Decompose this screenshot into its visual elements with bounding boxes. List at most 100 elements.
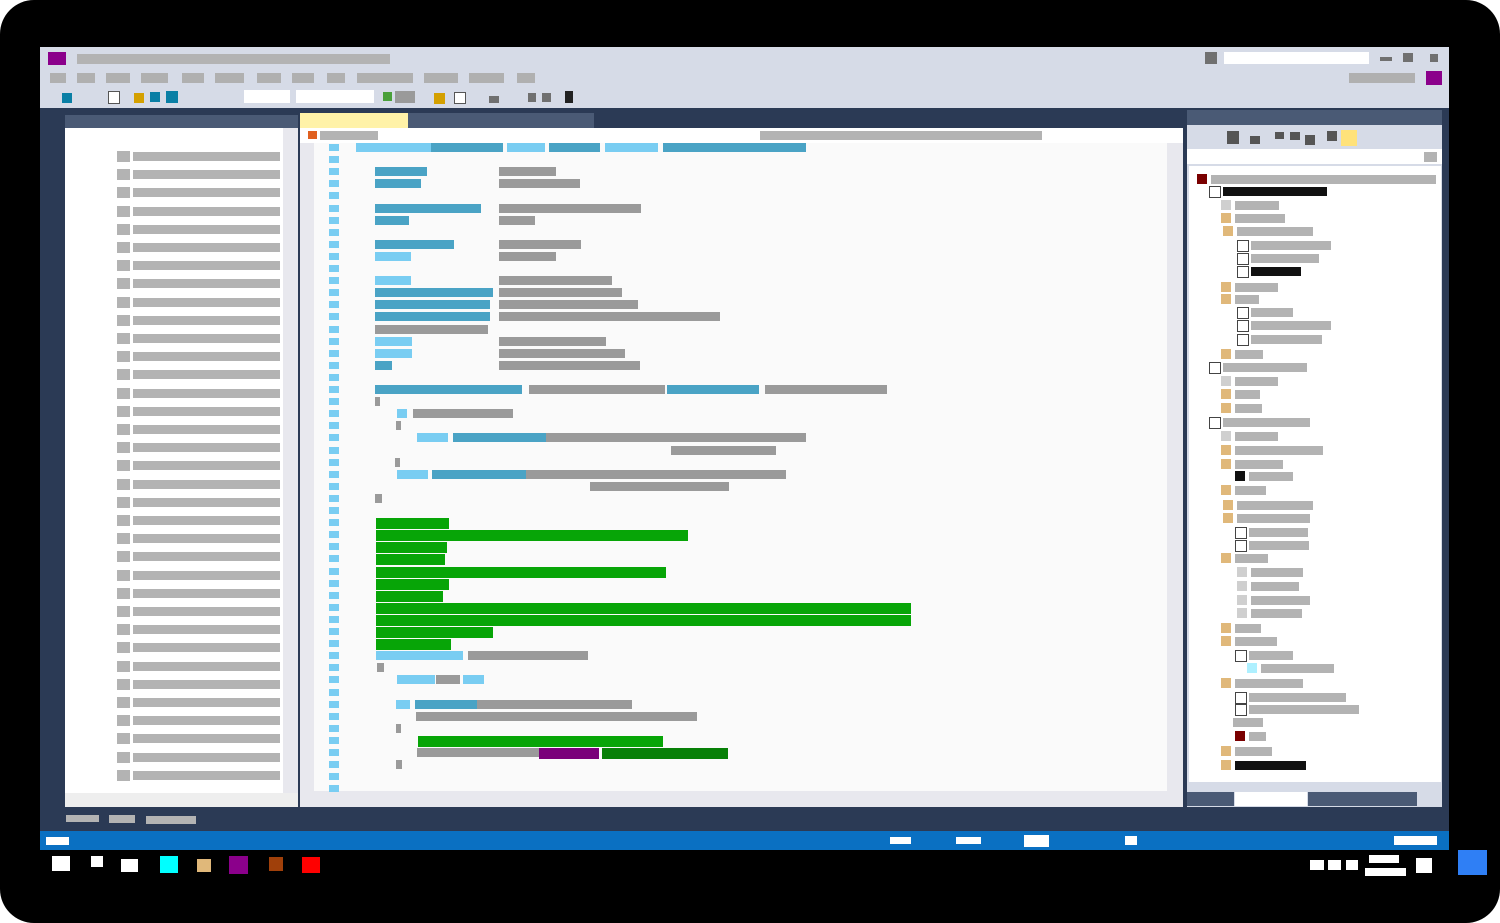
tree-item[interactable] — [1237, 608, 1310, 619]
list-item[interactable] — [117, 387, 280, 399]
list-item[interactable] — [117, 205, 280, 217]
list-item[interactable] — [117, 733, 280, 745]
folder-icon[interactable] — [1221, 746, 1231, 756]
menu-item[interactable] — [141, 73, 168, 83]
folder-icon[interactable] — [1223, 500, 1233, 510]
code-editor[interactable] — [300, 128, 1183, 807]
folder-icon[interactable] — [1221, 459, 1231, 469]
list-item[interactable] — [117, 351, 280, 363]
right-tab-inactive[interactable] — [1187, 792, 1234, 806]
checkbox-icon[interactable] — [1237, 307, 1249, 319]
list-item[interactable] — [117, 169, 280, 181]
collapse-icon[interactable] — [1305, 135, 1315, 145]
tree-item[interactable] — [1221, 445, 1331, 456]
file-icon[interactable] — [1235, 471, 1245, 481]
tree-item[interactable] — [1221, 431, 1286, 442]
checkbox-icon[interactable] — [1237, 266, 1249, 278]
tree-item[interactable] — [1221, 403, 1270, 414]
config-combo[interactable] — [244, 90, 290, 103]
list-item[interactable] — [117, 642, 280, 654]
list-item[interactable] — [117, 242, 280, 253]
list-item[interactable] — [117, 151, 280, 162]
tab-inactive[interactable] — [408, 113, 594, 128]
file-icon[interactable] — [1221, 376, 1231, 386]
menu-item[interactable] — [292, 73, 314, 83]
tree-item[interactable] — [1221, 294, 1267, 305]
list-item[interactable] — [117, 424, 280, 435]
tree-item[interactable] — [1237, 266, 1309, 278]
file-icon[interactable] — [1237, 567, 1247, 577]
list-item[interactable] — [117, 442, 280, 454]
list-item[interactable] — [117, 697, 280, 708]
tree-item[interactable] — [1235, 731, 1274, 742]
toolbar-small-icon[interactable] — [1205, 52, 1217, 64]
folder-icon[interactable] — [1221, 389, 1231, 399]
file-icon[interactable] — [1221, 431, 1231, 441]
bottom-tab[interactable] — [109, 815, 135, 823]
menu-item[interactable] — [182, 73, 204, 83]
list-item[interactable] — [117, 278, 280, 290]
folder-icon[interactable] — [1223, 226, 1233, 236]
home-icon[interactable] — [1227, 131, 1239, 144]
code-area[interactable] — [314, 143, 1167, 793]
folder-icon[interactable] — [1221, 678, 1231, 688]
folder-icon[interactable] — [1221, 636, 1231, 646]
checkbox-icon[interactable] — [1235, 704, 1247, 716]
checkbox-icon[interactable] — [1235, 527, 1247, 539]
right-search-input[interactable] — [1187, 149, 1442, 164]
left-panel-tab[interactable] — [65, 115, 298, 128]
tree-item[interactable] — [1221, 459, 1291, 470]
list-item[interactable] — [117, 533, 280, 545]
forward-icon[interactable] — [1275, 132, 1284, 139]
tree-item[interactable] — [1237, 320, 1339, 332]
tree-item[interactable] — [1197, 174, 1444, 185]
list-item[interactable] — [117, 660, 280, 672]
step-out-icon[interactable] — [542, 93, 551, 102]
folder-icon[interactable] — [1221, 213, 1231, 223]
list-item[interactable] — [117, 569, 280, 581]
play-icon[interactable] — [383, 92, 392, 101]
side-button[interactable] — [1458, 850, 1487, 875]
tool-icon[interactable] — [269, 857, 283, 871]
file-icon[interactable] — [1221, 200, 1231, 210]
folder-icon[interactable] — [1221, 282, 1231, 292]
tree-item[interactable] — [1233, 717, 1285, 728]
minimize-icon[interactable] — [1380, 57, 1392, 61]
list-item[interactable] — [117, 460, 280, 472]
list-item[interactable] — [117, 405, 280, 417]
tree-item[interactable] — [1221, 389, 1268, 400]
file-icon[interactable] — [1247, 663, 1257, 673]
folder-icon[interactable] — [1221, 553, 1231, 563]
folder-icon[interactable] — [1221, 403, 1231, 413]
right-tab-inactive[interactable] — [1308, 792, 1417, 806]
close-icon[interactable] — [1430, 54, 1438, 62]
network-icon[interactable] — [1328, 860, 1341, 870]
file-icon[interactable] — [1235, 731, 1245, 741]
list-item[interactable] — [117, 624, 280, 636]
save-icon[interactable] — [62, 93, 72, 103]
tree-item[interactable] — [1221, 678, 1311, 689]
tree-item[interactable] — [1223, 226, 1321, 237]
list-item[interactable] — [117, 715, 280, 727]
tree-item[interactable] — [1235, 540, 1317, 552]
run-icon[interactable] — [150, 92, 160, 102]
file-icon[interactable] — [1237, 595, 1247, 605]
right-panel-tab[interactable] — [1187, 110, 1442, 125]
checkbox-icon[interactable] — [1237, 320, 1249, 332]
checkbox-icon[interactable] — [1237, 334, 1249, 346]
menu-item[interactable] — [469, 73, 504, 83]
folder-icon[interactable] — [1221, 349, 1231, 359]
target-combo[interactable] — [296, 90, 374, 103]
tray-icon[interactable] — [1310, 860, 1324, 870]
tree-item[interactable] — [1235, 650, 1301, 662]
step-into-icon[interactable] — [528, 93, 536, 102]
tree-item[interactable] — [1221, 553, 1276, 564]
menu-item[interactable] — [77, 73, 95, 83]
tree-item[interactable] — [1237, 253, 1327, 265]
menu-item[interactable] — [106, 73, 130, 83]
tree-item[interactable] — [1237, 307, 1301, 319]
list-item[interactable] — [117, 551, 280, 563]
tree-item[interactable] — [1235, 692, 1354, 704]
task-view-icon[interactable] — [121, 859, 138, 872]
checkbox-icon[interactable] — [1209, 417, 1221, 429]
